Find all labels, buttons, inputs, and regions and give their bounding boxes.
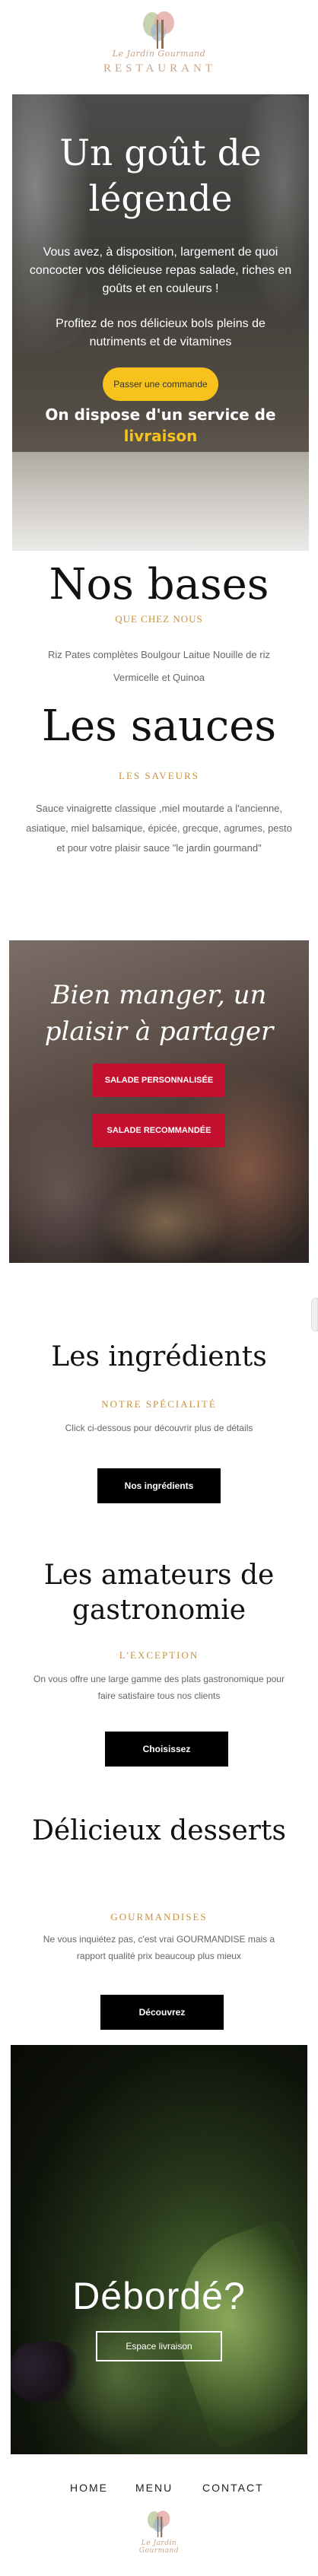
sauces-text: Sauce vinaigrette classique ,miel moutar… bbox=[26, 803, 292, 854]
hero-paragraph: Profitez de nos délicieux bols pleins de… bbox=[56, 317, 266, 348]
gastronomy-title: Les amateurs de gastronomie bbox=[43, 1560, 275, 1626]
berries-photo bbox=[11, 2342, 79, 2403]
scroll-handle[interactable] bbox=[311, 1298, 318, 1331]
gastronomy-text: On vous offre une large gamme des plats … bbox=[33, 1674, 285, 1701]
nav-home[interactable]: HOME bbox=[70, 2482, 108, 2494]
delivery-title: Débordé? bbox=[72, 2275, 246, 2317]
dining-banner: Bien manger, un plaisir à partager SALAD… bbox=[9, 940, 309, 1263]
nav-menu[interactable]: MENU bbox=[135, 2482, 173, 2494]
hero-paragraph: Vous avez, à disposition, largement de q… bbox=[29, 246, 292, 295]
choose-button[interactable]: Choisissez bbox=[105, 1732, 228, 1767]
delivery-space-button[interactable]: Espace livraison bbox=[96, 2331, 222, 2361]
gastronomy-subtitle: L'EXCEPTION bbox=[119, 1649, 199, 1661]
site-header: Le Jardin Gourmand RESTAURANT bbox=[0, 0, 318, 90]
delivery-notice: On dispose d'un service de livraison bbox=[27, 404, 294, 447]
desserts-title: Délicieux desserts bbox=[32, 1815, 286, 1846]
nav-contact[interactable]: CONTACT bbox=[202, 2482, 264, 2494]
desserts-subtitle: GOURMANDISES bbox=[110, 1911, 208, 1922]
footer-logo[interactable]: Le Jardin Gourmand bbox=[121, 2509, 197, 2564]
ingredients-button[interactable]: Nos ingrédients bbox=[97, 1468, 221, 1503]
fork-knife-leaf-icon bbox=[143, 11, 174, 49]
logo-word: RESTAURANT bbox=[103, 62, 216, 75]
hero-title: Un goût de légende bbox=[59, 132, 262, 220]
footer-nav: HOME MENU CONTACT bbox=[0, 2482, 318, 2501]
table-setting-image bbox=[12, 452, 309, 551]
bases-subtitle: QUE CHEZ NOUS bbox=[115, 613, 203, 625]
logo-script-text: Le Jardin Gourmand bbox=[138, 2539, 180, 2555]
bases-title: Nos bases bbox=[49, 560, 269, 609]
site-logo[interactable]: Le Jardin Gourmand RESTAURANT bbox=[103, 9, 215, 79]
discover-button[interactable]: Découvrez bbox=[100, 1995, 224, 2030]
banner-title: Bien manger, un plaisir à partager bbox=[44, 980, 274, 1047]
delivery-link[interactable]: livraison bbox=[124, 427, 198, 445]
delivery-text: On dispose d'un service de bbox=[45, 405, 276, 424]
bases-text: Riz Pates complètes Boulgour Laitue Noui… bbox=[48, 649, 270, 683]
food-photo bbox=[100, 1176, 230, 1263]
recommended-salad-button[interactable]: SALADE RECOMMANDÉE bbox=[93, 1114, 225, 1147]
logo-script-text: Le Jardin Gourmand bbox=[112, 49, 206, 59]
order-button[interactable]: Passer une commande bbox=[103, 367, 218, 401]
sauces-title: Les sauces bbox=[41, 701, 277, 751]
ingredients-title: Les ingrédients bbox=[51, 1341, 267, 1372]
desserts-text: Ne vous inquiétez pas, c'est vrai GOURMA… bbox=[43, 1934, 275, 1961]
sauces-subtitle: LES SAVEURS bbox=[119, 770, 199, 781]
hero-section: Un goût de légende Vous avez, à disposit… bbox=[12, 94, 309, 551]
custom-salad-button[interactable]: SALADE PERSONNALISÉE bbox=[93, 1064, 225, 1097]
ingredients-text: Click ci-dessous pour découvrir plus de … bbox=[65, 1423, 253, 1433]
fork-knife-leaf-icon bbox=[148, 2511, 170, 2538]
ingredients-subtitle: NOTRE SPÉCIALITÉ bbox=[101, 1398, 217, 1410]
delivery-banner: Débordé? Espace livraison bbox=[11, 2045, 307, 2454]
